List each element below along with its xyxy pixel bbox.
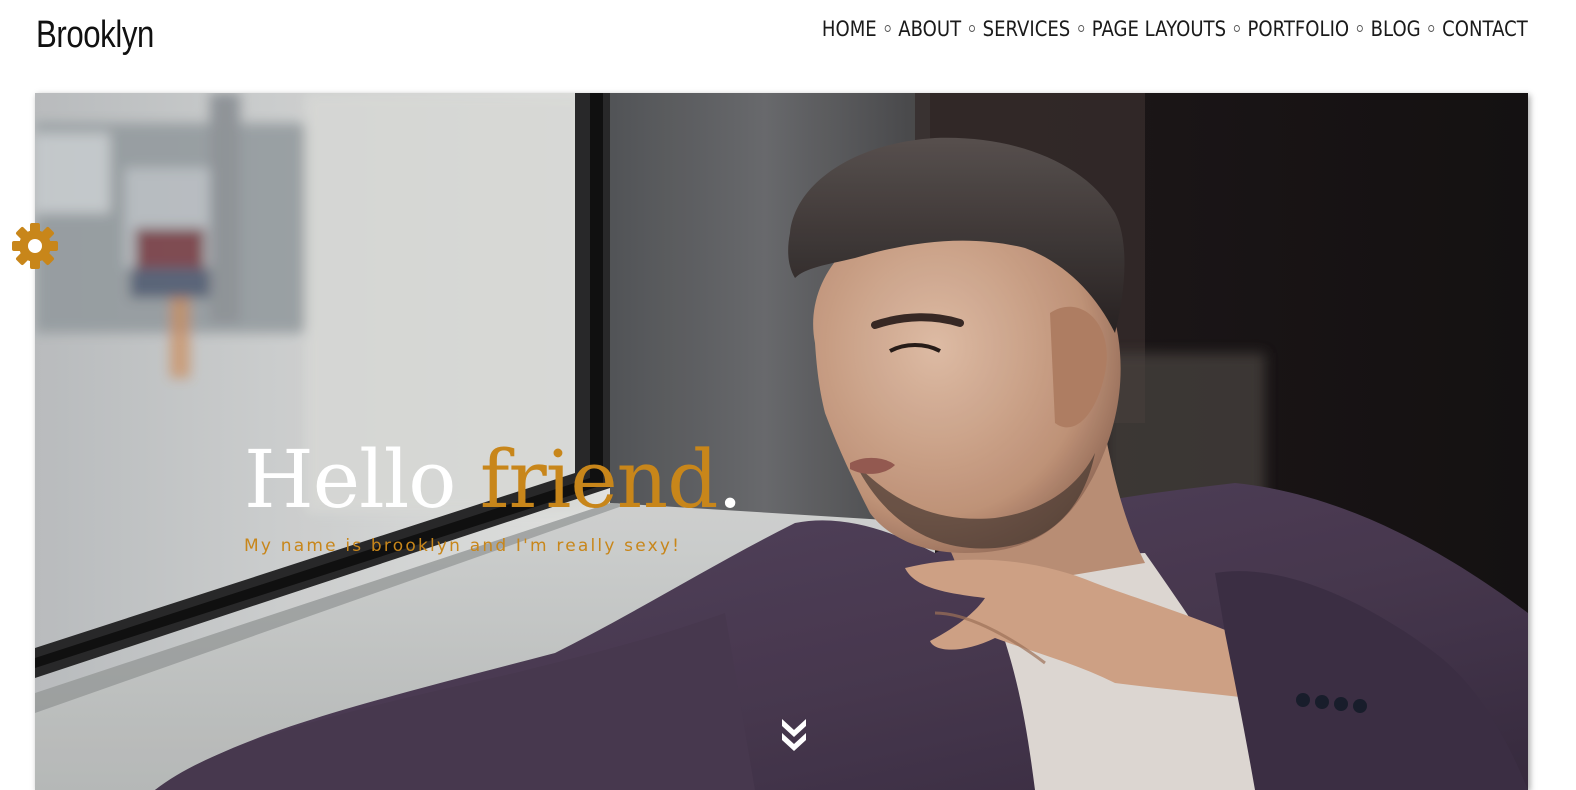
nav-separator [1078,24,1085,32]
nav-blog[interactable]: BLOG [1371,17,1421,41]
nav-home[interactable]: HOME [822,17,877,41]
nav-services[interactable]: SERVICES [983,17,1071,41]
site-logo[interactable]: Brooklyn [36,14,154,57]
hero-title-friend: friend [479,433,719,526]
site-header: Brooklyn HOME ABOUT SERVICES PAGE LAYOUT… [0,0,1576,92]
nav-separator [1357,24,1364,32]
hero-subtitle: My name is brooklyn and I'm really sexy! [244,536,682,556]
scroll-down-button[interactable] [778,716,810,752]
hero-title-period: . [717,433,742,526]
hero-title: Hello friend. [244,430,743,530]
nav-separator [1233,24,1240,32]
gear-icon [12,223,58,269]
nav-separator [884,24,891,32]
double-chevron-down-icon [782,719,806,751]
main-nav: HOME ABOUT SERVICES PAGE LAYOUTS PORTFOL… [822,17,1528,41]
nav-separator [1428,24,1435,32]
hero-title-hello: Hello [244,433,456,526]
nav-separator [969,24,976,32]
nav-page-layouts[interactable]: PAGE LAYOUTS [1092,17,1226,41]
nav-contact[interactable]: CONTACT [1442,17,1528,41]
nav-about[interactable]: ABOUT [898,17,961,41]
nav-portfolio[interactable]: PORTFOLIO [1248,17,1350,41]
hero-section: Hello friend. My name is brooklyn and I'… [35,93,1528,790]
settings-gear-icon[interactable] [11,222,59,270]
